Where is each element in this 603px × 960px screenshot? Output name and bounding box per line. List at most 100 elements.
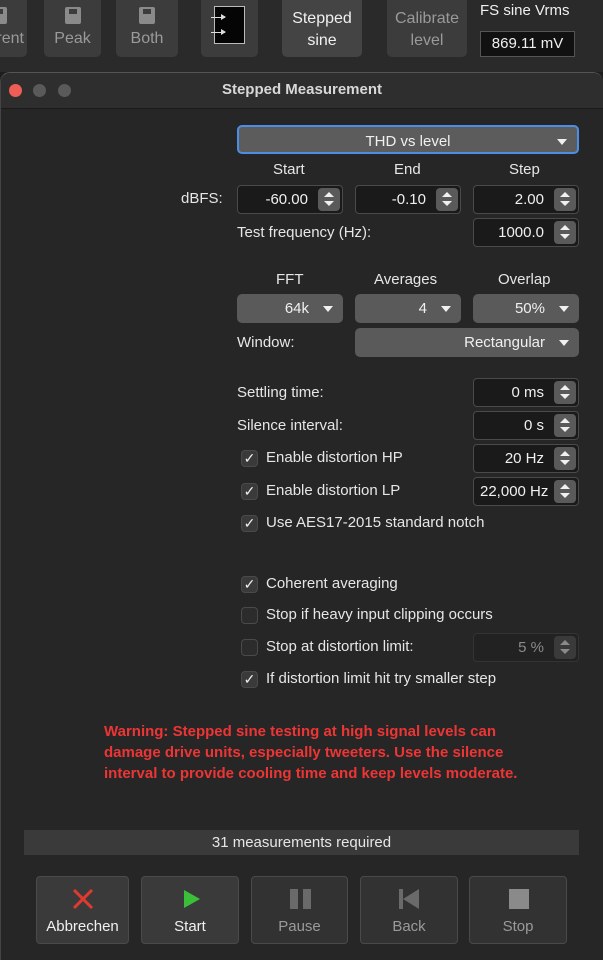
distortion-hp-spinner[interactable]: 20 Hz (473, 444, 579, 473)
start-level-value: -60.00 (265, 191, 308, 208)
calibrate-level-button[interactable]: Calibrate level (387, 0, 467, 57)
fs-sine-value-field[interactable]: 869.11 mV (480, 31, 575, 57)
silence-interval-value: 0 s (523, 417, 544, 434)
start-level-spinner[interactable]: -60.00 (237, 185, 343, 214)
back-button[interactable]: Back (360, 876, 458, 944)
pause-label: Pause (278, 918, 321, 935)
fs-sine-title: FS sine Vrms (480, 2, 570, 19)
measurement-type-value: THD vs level (365, 133, 451, 150)
settling-time-value: 0 ms (511, 384, 544, 401)
input-output-button[interactable] (201, 0, 258, 57)
save-both-button[interactable]: Both (116, 0, 178, 57)
window-function-select[interactable]: Rectangular (355, 328, 579, 357)
averages-value: 4 (418, 300, 427, 317)
arrow-out-icon (211, 29, 226, 35)
stepper-arrows-icon[interactable] (554, 414, 576, 437)
col-end-label: End (394, 161, 421, 178)
pause-button[interactable]: Pause (251, 876, 348, 944)
col-start-label: Start (273, 161, 305, 178)
chevron-down-icon (559, 306, 569, 312)
save-peak-label: Peak (54, 30, 91, 47)
window-function-value: Rectangular (464, 334, 545, 351)
io-box-icon (214, 6, 245, 44)
stepped-measurement-window: Stepped Measurement THD vs level Start E… (0, 72, 603, 960)
silence-interval-spinner[interactable]: 0 s (473, 411, 579, 440)
step-level-spinner[interactable]: 2.00 (473, 185, 579, 214)
stop-button[interactable]: Stop (469, 876, 567, 944)
stepper-arrows-icon[interactable] (554, 447, 576, 470)
clipping-stop-checkbox[interactable] (241, 607, 258, 624)
test-frequency-spinner[interactable]: 1000.0 (473, 218, 579, 247)
fft-length-value: 64k (284, 300, 309, 317)
calibrate-label-line1: Calibrate (394, 10, 460, 27)
overlap-select[interactable]: 50% (473, 294, 579, 323)
clipping-stop-label: Stop if heavy input clipping occurs (266, 606, 493, 623)
skip-back-icon (399, 889, 419, 909)
save-current-label: rent (0, 30, 24, 47)
dbfs-label: dBFS: (181, 190, 223, 207)
fft-label: FFT (276, 271, 304, 288)
aes-notch-label: Use AES17-2015 standard notch (266, 514, 485, 531)
smaller-step-label: If distortion limit hit try smaller step (266, 670, 497, 687)
distortion-limit-spinner[interactable]: 5 % (473, 633, 579, 662)
chevron-down-icon (441, 306, 451, 312)
start-button[interactable]: Start (141, 876, 239, 944)
col-step-label: Step (509, 161, 540, 178)
chevron-down-icon (559, 340, 569, 346)
step-level-value: 2.00 (514, 191, 544, 208)
stepper-arrows-icon[interactable] (554, 480, 576, 503)
close-icon (72, 888, 94, 910)
distortion-hp-checkbox[interactable]: ✓ (241, 450, 258, 467)
stepped-sine-button[interactable]: Stepped sine (282, 0, 362, 57)
fft-length-select[interactable]: 64k (237, 294, 343, 323)
pause-icon (290, 889, 311, 909)
settling-time-label: Settling time: (237, 384, 324, 401)
aes-notch-checkbox[interactable]: ✓ (241, 515, 258, 532)
coherent-averaging-label: Coherent averaging (266, 575, 398, 592)
warning-text: Warning: Stepped sine testing at high si… (104, 723, 518, 782)
save-both-label: Both (130, 30, 164, 47)
chevron-down-icon (557, 139, 567, 145)
distortion-lp-spinner[interactable]: 22,000 Hz (473, 477, 579, 506)
distortion-lp-checkbox[interactable]: ✓ (241, 483, 258, 500)
stepper-arrows-icon[interactable] (318, 188, 340, 211)
stepper-arrows-icon[interactable] (554, 636, 576, 659)
window-titlebar[interactable]: Stepped Measurement (1, 73, 603, 109)
save-current-button[interactable]: rent (0, 0, 27, 57)
back-label: Back (392, 918, 426, 935)
chevron-down-icon (323, 306, 333, 312)
stepper-arrows-icon[interactable] (554, 221, 576, 244)
calibrate-label-line2: level (410, 32, 444, 49)
stepper-arrows-icon[interactable] (436, 188, 458, 211)
stepped-sine-label-line2: sine (307, 32, 337, 49)
cancel-button[interactable]: Abbrechen (36, 876, 129, 944)
save-peak-button[interactable]: Peak (44, 0, 101, 57)
play-icon (184, 890, 200, 908)
smaller-step-checkbox[interactable]: ✓ (241, 671, 258, 688)
distortion-limit-checkbox[interactable] (241, 639, 258, 656)
stop-icon (509, 889, 529, 909)
distortion-lp-label: Enable distortion LP (266, 482, 401, 499)
silence-interval-label: Silence interval: (237, 417, 343, 434)
arrow-in-icon (211, 14, 226, 20)
averages-label: Averages (374, 271, 438, 288)
distortion-limit-label: Stop at distortion limit: (266, 638, 414, 655)
status-bar: 31 measurements required (24, 830, 579, 855)
end-level-spinner[interactable]: -0.10 (355, 185, 461, 214)
distortion-lp-value: 22,000 Hz (480, 483, 549, 500)
settling-time-spinner[interactable]: 0 ms (473, 378, 579, 407)
test-frequency-label: Test frequency (Hz): (237, 224, 372, 241)
overlap-value: 50% (514, 300, 545, 317)
stepper-arrows-icon[interactable] (554, 381, 576, 404)
test-frequency-value: 1000.0 (498, 224, 544, 241)
start-label: Start (174, 918, 206, 935)
cancel-label: Abbrechen (46, 918, 119, 935)
measurement-type-select[interactable]: THD vs level (237, 125, 579, 154)
averages-select[interactable]: 4 (355, 294, 461, 323)
overlap-label: Overlap (498, 271, 551, 288)
stepped-sine-label-line1: Stepped (292, 10, 352, 27)
save-disk-icon (0, 7, 7, 24)
main-toolbar: rent Peak Both Stepped sine Calibrate le… (0, 0, 603, 72)
coherent-averaging-checkbox[interactable]: ✓ (241, 576, 258, 593)
stepper-arrows-icon[interactable] (554, 188, 576, 211)
